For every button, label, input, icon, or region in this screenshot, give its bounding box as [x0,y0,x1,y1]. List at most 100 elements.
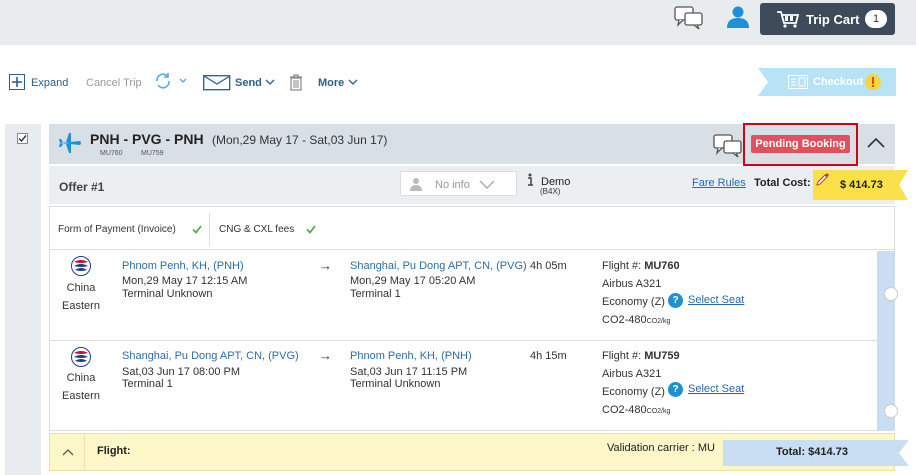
trip-route: PNH - PVG - PNH [90,131,204,147]
departure-time: Mon,29 May 17 12:15 AM [122,275,248,287]
divider [49,249,895,250]
trip-cart-button[interactable]: Trip Cart 1 [760,3,895,35]
trash-icon[interactable] [289,74,303,91]
checkout-button[interactable]: Checkout [758,68,896,96]
arrival-city: Shanghai, Pu Dong APT, CN, (PVG) [350,260,527,272]
more-button[interactable]: More [318,77,344,89]
ribbon-notch [884,287,898,301]
flight-number: Flight #: MU759 [602,350,680,362]
info-icon[interactable] [526,173,534,187]
china-eastern-logo-icon [71,256,91,276]
check-icon [192,225,202,234]
more-chevron-icon[interactable] [348,79,358,85]
co2-value: CO2-480 [602,404,647,416]
flight-code: MU759 [141,150,164,157]
total-cost-value: $ 414.73 [840,179,883,191]
flight-number-label: Flight #: [602,350,642,362]
airline-name-line: Eastern [62,390,100,402]
airplane-icon [58,131,82,155]
aircraft-type: Airbus A321 [602,368,662,380]
co2-value: CO2-480 [602,314,647,326]
arrival-terminal: Terminal Unknown [350,378,441,390]
route-arrow: → [319,348,332,363]
flight-summary-label: Flight: [97,445,131,457]
total-cost-label: Total Cost: [754,177,811,189]
flight-duration: 4h 05m [530,260,567,272]
route-arrow: → [319,258,332,273]
expand-button[interactable]: Expand [31,77,68,89]
cng-fees-label: CNG & CXL fees [219,224,295,235]
co2-emission: CO2-480CO2/kg [602,314,670,326]
arrival-city: Phnom Penh, KH, (PNH) [350,350,472,362]
refresh-icon[interactable] [154,72,188,90]
flight-duration: 4h 15m [530,350,567,362]
trip-cart-label: Trip Cart [806,12,860,27]
flight-total-tag: Total: $414.73 [723,440,909,466]
help-icon[interactable]: ? [668,293,683,308]
cabin-class: Economy (Z) [602,296,665,308]
left-rail [5,124,41,475]
airline-name: China Eastern [61,370,101,404]
co2-unit: CO2/kg [646,318,671,325]
total-cost-tag: $ 414.73 [813,170,908,200]
no-info-dropdown[interactable]: No info [400,171,517,196]
person-icon [409,177,423,191]
cancel-trip-button[interactable]: Cancel Trip [86,77,142,89]
send-button[interactable]: Send [235,77,262,89]
status-badge: Pending Booking [751,135,850,153]
departure-terminal: Terminal 1 [122,378,173,390]
departure-city: Shanghai, Pu Dong APT, CN, (PVG) [122,350,299,362]
select-seat-link[interactable]: Select Seat [688,294,744,306]
offer-panel [49,206,895,431]
offer-label: Offer #1 [59,180,105,194]
validation-carrier: Validation carrier : MU [607,442,715,454]
envelope-icon[interactable] [203,75,231,91]
trip-chat-icon[interactable] [713,134,743,158]
select-seat-link[interactable]: Select Seat [688,383,744,395]
flight-code: MU760 [100,150,123,157]
flight-number-value: MU760 [644,260,680,272]
edit-pencil-icon[interactable] [816,172,830,186]
arrival-terminal: Terminal 1 [350,288,401,300]
help-icon[interactable]: ? [668,382,683,397]
flight-number: Flight #: MU760 [602,260,680,272]
cart-icon [776,10,800,28]
divider [49,340,877,341]
chevron-down-icon [479,180,495,189]
expand-icon[interactable] [9,74,25,90]
airline-name: China Eastern [61,280,101,314]
warning-icon [864,73,882,91]
ribbon-notch [884,404,898,418]
aircraft-type: Airbus A321 [602,278,662,290]
arrival-time: Mon,29 May 17 05:20 AM [350,275,476,287]
airline-name-line: China [66,282,96,294]
china-eastern-logo-icon [71,347,91,367]
cart-count-badge: 1 [865,10,887,28]
co2-emission: CO2-480CO2/kg [602,404,670,416]
form-of-payment-label: Form of Payment (Invoice) [58,224,176,235]
user-icon[interactable] [726,6,750,28]
checkout-label: Checkout [813,76,864,88]
check-icon [306,225,316,234]
no-info-label: No info [435,179,470,191]
collapse-chevron-icon[interactable] [62,448,74,456]
trip-select-checkbox[interactable] [17,133,28,144]
departure-terminal: Terminal Unknown [122,288,213,300]
chevron-down-icon[interactable] [265,79,275,85]
divider [84,434,85,470]
trip-dates: (Mon,29 May 17 - Sat,03 Jun 17) [212,133,388,147]
co2-unit: CO2/kg [646,408,671,415]
chat-icon[interactable] [674,6,704,30]
flight-total-value: Total: $414.73 [776,446,848,458]
demo-code: (B4X) [540,187,561,196]
airline-name-line: China [66,372,96,384]
divider [209,213,210,246]
airline-name-line: Eastern [62,300,100,312]
departure-city: Phnom Penh, KH, (PNH) [122,260,244,272]
checkout-list-icon [788,75,808,89]
cabin-class: Economy (Z) [602,386,665,398]
collapse-chevron-icon[interactable] [866,137,886,149]
flight-number-label: Flight #: [602,260,642,272]
fare-rules-link[interactable]: Fare Rules [692,177,746,189]
flight-number-value: MU759 [644,350,680,362]
